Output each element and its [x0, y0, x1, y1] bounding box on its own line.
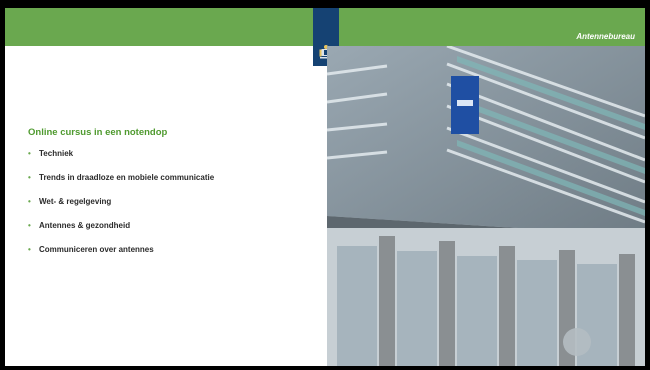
topic-item: • Techniek — [28, 149, 318, 158]
frame-top-border — [0, 0, 650, 8]
office-building-photo — [327, 46, 645, 366]
brand-label: Antennebureau — [576, 32, 635, 41]
bullet-icon: • — [28, 149, 31, 158]
topic-item: • Trends in draadloze en mobiele communi… — [28, 173, 318, 182]
frame-right-border — [645, 0, 650, 370]
bullet-icon: • — [28, 197, 31, 206]
slide: Antennebureau Online cursus in een noten… — [0, 0, 650, 370]
topic-item: • Wet- & regelgeving — [28, 197, 318, 206]
topic-list: • Techniek • Trends in draadloze en mobi… — [28, 149, 318, 254]
topic-item: • Communiceren over antennes — [28, 245, 318, 254]
topic-item: • Antennes & gezondheid — [28, 221, 318, 230]
frame-left-border — [0, 0, 5, 370]
bullet-icon: • — [28, 221, 31, 230]
bullet-icon: • — [28, 245, 31, 254]
topic-label: Techniek — [39, 149, 74, 158]
bullet-icon: • — [28, 173, 31, 182]
topic-label: Communiceren over antennes — [39, 245, 154, 254]
course-title: Online cursus in een notendop — [28, 127, 168, 138]
topic-label: Wet- & regelgeving — [39, 197, 112, 206]
topic-label: Trends in draadloze en mobiele communica… — [39, 173, 215, 182]
course-content: Online cursus in een notendop • Techniek… — [28, 127, 318, 269]
frame-bottom-border — [0, 366, 650, 370]
topic-label: Antennes & gezondheid — [39, 221, 131, 230]
